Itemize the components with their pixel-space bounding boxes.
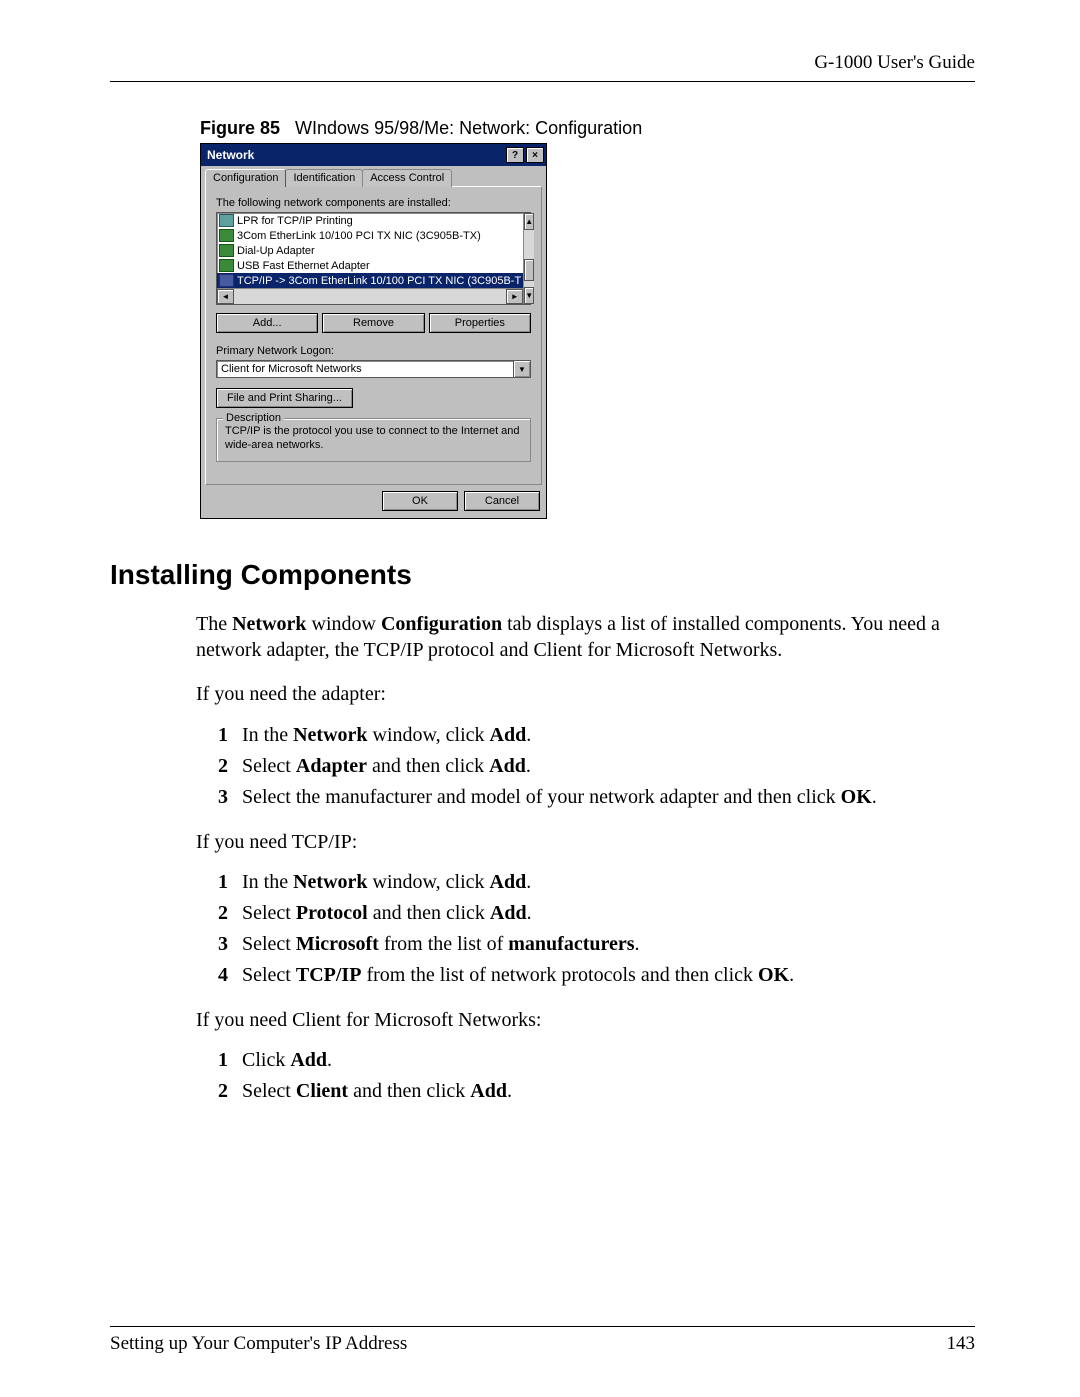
section-heading: Installing Components — [110, 559, 975, 591]
tab-panel: The following network components are ins… — [205, 186, 542, 485]
figure-caption: Figure 85 WIndows 95/98/Me: Network: Con… — [200, 118, 975, 139]
adapter-steps: 1In the Network window, click Add. 2Sele… — [218, 722, 975, 811]
components-listbox[interactable]: LPR for TCP/IP Printing 3Com EtherLink 1… — [216, 212, 531, 305]
tcpip-steps: 1In the Network window, click Add. 2Sele… — [218, 869, 975, 989]
horizontal-scrollbar[interactable]: ◄ ► — [217, 288, 523, 304]
scroll-left-icon[interactable]: ◄ — [217, 289, 234, 304]
figure-number: Figure 85 — [200, 118, 280, 138]
dialog-title: Network — [207, 148, 504, 162]
scroll-up-icon[interactable]: ▲ — [524, 213, 534, 230]
chevron-down-icon[interactable]: ▼ — [513, 361, 530, 377]
list-item: 2Select Adapter and then click Add. — [218, 753, 975, 780]
scroll-right-icon[interactable]: ► — [506, 289, 523, 304]
tab-access-control[interactable]: Access Control — [362, 169, 452, 187]
adapter-icon — [219, 259, 234, 272]
components-label: The following network components are ins… — [216, 197, 531, 209]
help-button[interactable]: ? — [506, 147, 524, 163]
combo-value: Client for Microsoft Networks — [217, 361, 513, 377]
intro-paragraph: The Network window Configuration tab dis… — [196, 611, 975, 664]
list-item: 2Select Protocol and then click Add. — [218, 900, 975, 927]
list-item: 4Select TCP/IP from the list of network … — [218, 962, 975, 989]
titlebar[interactable]: Network ? × — [201, 144, 546, 166]
client-steps: 1Click Add. 2Select Client and then clic… — [218, 1047, 975, 1105]
cancel-button[interactable]: Cancel — [464, 491, 540, 511]
service-icon — [219, 214, 234, 227]
list-item: 1In the Network window, click Add. — [218, 869, 975, 896]
page-footer: Setting up Your Computer's IP Address 14… — [110, 1326, 975, 1355]
tab-configuration[interactable]: Configuration — [205, 169, 286, 187]
list-item: 2Select Client and then click Add. — [218, 1078, 975, 1105]
vertical-scrollbar[interactable]: ▲ ▼ — [523, 213, 534, 304]
scroll-thumb[interactable] — [524, 259, 534, 281]
client-lead: If you need Client for Microsoft Network… — [196, 1007, 975, 1033]
figure-title: WIndows 95/98/Me: Network: Configuration — [295, 118, 642, 138]
description-group: Description TCP/IP is the protocol you u… — [216, 418, 531, 462]
list-item[interactable]: Dial-Up Adapter — [217, 243, 523, 258]
tcpip-lead: If you need TCP/IP: — [196, 829, 975, 855]
list-item[interactable]: 3Com EtherLink 10/100 PCI TX NIC (3C905B… — [217, 228, 523, 243]
tab-identification[interactable]: Identification — [285, 169, 363, 187]
description-legend: Description — [223, 412, 284, 424]
list-item: 3Select the manufacturer and model of yo… — [218, 784, 975, 811]
protocol-icon — [219, 274, 234, 287]
primary-logon-combo[interactable]: Client for Microsoft Networks ▼ — [216, 360, 531, 378]
list-item: 1In the Network window, click Add. — [218, 722, 975, 749]
adapter-lead: If you need the adapter: — [196, 681, 975, 707]
adapter-icon — [219, 244, 234, 257]
page-header: G-1000 User's Guide — [110, 52, 975, 82]
add-button[interactable]: Add... — [216, 313, 318, 333]
list-item: 3Select Microsoft from the list of manuf… — [218, 931, 975, 958]
guide-title: G-1000 User's Guide — [814, 52, 975, 73]
description-text: TCP/IP is the protocol you use to connec… — [225, 425, 522, 453]
file-print-sharing-button[interactable]: File and Print Sharing... — [216, 388, 353, 408]
scroll-down-icon[interactable]: ▼ — [524, 287, 534, 304]
list-item[interactable]: LPR for TCP/IP Printing — [217, 213, 523, 228]
properties-button[interactable]: Properties — [429, 313, 531, 333]
page-number: 143 — [947, 1333, 976, 1355]
list-item-selected[interactable]: TCP/IP -> 3Com EtherLink 10/100 PCI TX N… — [217, 273, 523, 288]
adapter-icon — [219, 229, 234, 242]
close-button[interactable]: × — [526, 147, 544, 163]
primary-logon-label: Primary Network Logon: — [216, 345, 531, 357]
remove-button[interactable]: Remove — [322, 313, 424, 333]
list-item[interactable]: USB Fast Ethernet Adapter — [217, 258, 523, 273]
footer-chapter: Setting up Your Computer's IP Address — [110, 1333, 407, 1355]
tab-strip: Configuration Identification Access Cont… — [205, 169, 542, 187]
list-item: 1Click Add. — [218, 1047, 975, 1074]
ok-button[interactable]: OK — [382, 491, 458, 511]
network-dialog: Network ? × Configuration Identification… — [200, 143, 547, 519]
